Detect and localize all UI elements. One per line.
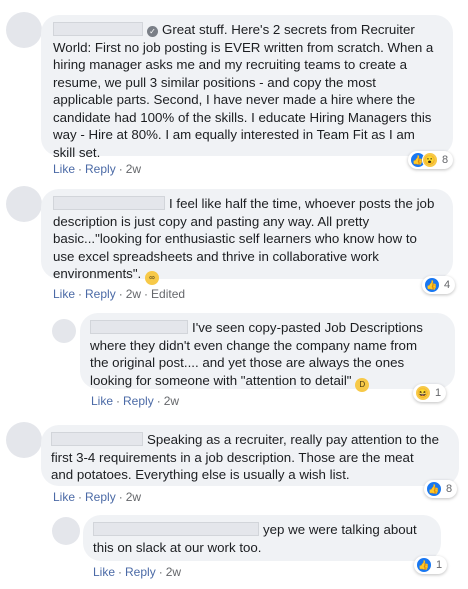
comment-text-line: this on slack at our work too. [93, 539, 262, 555]
avatar[interactable] [52, 319, 76, 343]
wow-icon: 😮 [422, 152, 438, 168]
avatar[interactable] [52, 517, 80, 545]
edited-label: Edited [151, 287, 186, 301]
avatar[interactable] [6, 422, 42, 458]
comment-bubble: yep we were talking about this on slack … [83, 515, 441, 561]
comment-text-line: use excel spreadsheets and thrive in col… [53, 248, 379, 264]
like-link[interactable]: Like [53, 490, 75, 504]
verified-badge-icon: ✓ [147, 26, 158, 37]
comment-actions: Like · Reply · 2w [53, 490, 142, 504]
reaction-summary[interactable]: 👍 😮 8 [408, 151, 454, 169]
reaction-count: 8 [442, 154, 449, 166]
like-icon: 👍 [416, 557, 432, 573]
nerd-face-emoji-icon: ∞ [144, 271, 159, 285]
comment-text-line: basic..."looking for enthusiastic self l… [53, 231, 417, 246]
comment-text-line: description is just copy and pasting any… [53, 213, 370, 229]
avatar[interactable] [6, 12, 42, 48]
like-icon: 👍 [426, 481, 442, 497]
comment-text-line: first 3-4 requirements in a job descript… [51, 449, 414, 465]
commenter-name-redacted[interactable] [53, 22, 143, 36]
haha-icon: 😆 [415, 385, 431, 401]
comment-text-line: and potatoes. Everything else is usually… [51, 467, 350, 482]
comment-text-line: I feel like half the time, whoever posts… [169, 196, 435, 211]
like-link[interactable]: Like [91, 394, 113, 408]
avatar[interactable] [6, 186, 42, 222]
commenter-name-redacted[interactable] [51, 432, 143, 446]
reaction-count: 1 [435, 387, 442, 399]
comment-text-line: candidate had 100% of the skills. I educ… [53, 109, 432, 125]
reaction-count: 1 [436, 559, 443, 571]
comment-actions: Like · Reply · 2w [91, 394, 180, 408]
timestamp[interactable]: 2w [126, 490, 141, 504]
comment-actions: Like · Reply · 2w · Edited [53, 287, 186, 301]
timestamp[interactable]: 2w [126, 162, 141, 176]
like-icon: 👍 [424, 277, 440, 293]
commenter-name-redacted[interactable] [53, 196, 165, 210]
comment-text-line: Great stuff. Here's 2 secrets from Recru… [162, 22, 415, 37]
comment-text-line: way - Hire at 80%. I am equally interest… [53, 127, 415, 142]
reply-link[interactable]: Reply [85, 287, 116, 301]
reaction-count: 8 [446, 483, 453, 495]
comment-text-line: applicable parts. Second, I have never m… [53, 92, 416, 107]
commenter-name-redacted[interactable] [93, 522, 259, 536]
reaction-summary[interactable]: 👍 1 [414, 556, 448, 574]
comment-text-line: resume, we pull 3 similar positions - an… [53, 74, 376, 90]
reaction-summary[interactable]: 😆 1 [413, 384, 447, 402]
comment-actions: Like · Reply · 2w [93, 565, 182, 579]
comment-text-line: looking for someone with "attention to d… [90, 372, 352, 388]
laughing-emoji-icon: D [355, 377, 370, 392]
comment-text-line: skill set. [53, 144, 101, 160]
reaction-summary[interactable]: 👍 8 [424, 480, 458, 498]
comment-text-line: Speaking as a recruiter, really pay atte… [147, 432, 439, 447]
comment-actions: Like · Reply · 2w [53, 162, 142, 176]
reply-link[interactable]: Reply [85, 490, 116, 504]
reply-link[interactable]: Reply [85, 162, 116, 176]
reply-link[interactable]: Reply [123, 394, 154, 408]
like-link[interactable]: Like [93, 565, 115, 579]
comment-bubble: ✓ Great stuff. Here's 2 secrets from Recr… [41, 15, 453, 160]
timestamp[interactable]: 2w [126, 287, 141, 301]
reaction-count: 4 [444, 279, 451, 291]
commenter-name-redacted[interactable] [90, 320, 188, 334]
comment-bubble: Speaking as a recruiter, really pay atte… [41, 425, 459, 486]
comment-text-line: I've seen copy-pasted Job Descriptions [192, 320, 423, 335]
comment-text-line: the original post.... and yet those are … [90, 355, 405, 370]
timestamp[interactable]: 2w [164, 394, 179, 408]
like-link[interactable]: Like [53, 162, 75, 176]
reply-link[interactable]: Reply [125, 565, 156, 579]
timestamp[interactable]: 2w [166, 565, 181, 579]
comment-text-line: World: First no job posting is EVER writ… [53, 39, 434, 55]
comment-text-line: hiring manager asks me and my recruiting… [53, 57, 408, 72]
reaction-summary[interactable]: 👍 4 [422, 276, 456, 294]
comment-text-line: yep we were talking about [263, 522, 417, 537]
comment-text-line: environments". [53, 266, 142, 281]
comment-bubble: I've seen copy-pasted Job Descriptions w… [80, 313, 455, 392]
like-link[interactable]: Like [53, 287, 75, 301]
comment-bubble: I feel like half the time, whoever posts… [41, 189, 453, 285]
comment-text-line: where they didn't even change the compan… [90, 337, 418, 353]
